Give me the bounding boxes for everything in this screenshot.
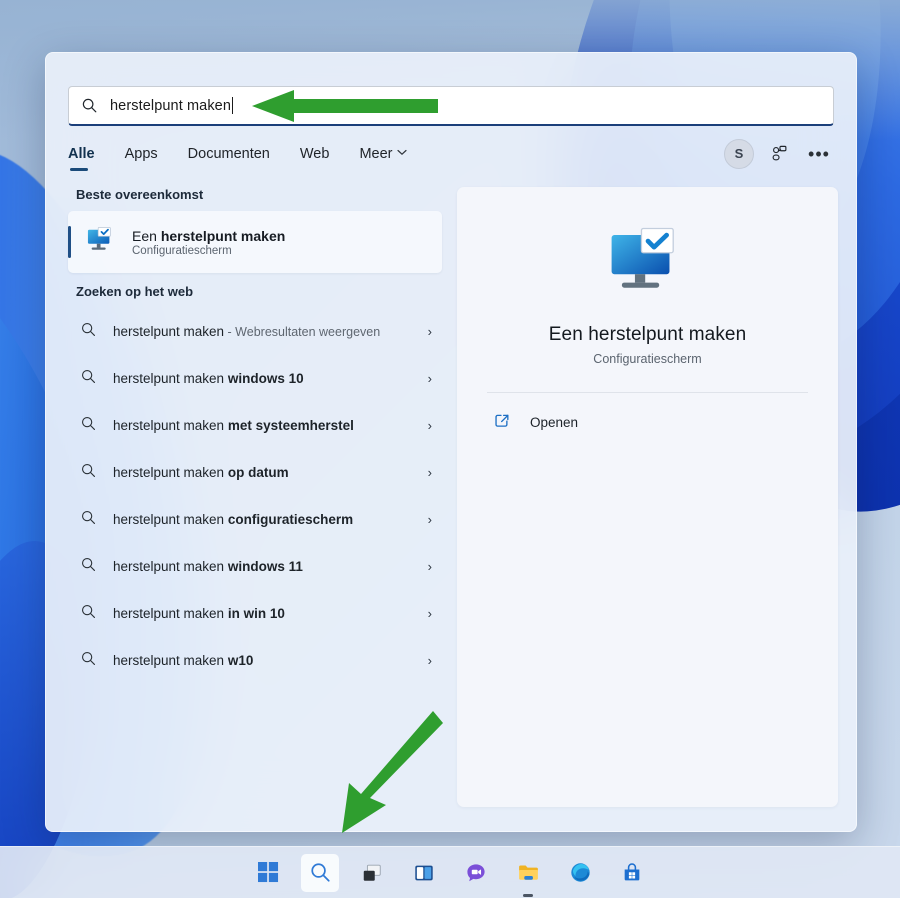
preview-column: Een herstelpunt maken Configuratiescherm bbox=[442, 176, 838, 832]
search-box-container: herstelpunt maken bbox=[46, 53, 856, 126]
web-result-row[interactable]: herstelpunt maken windows 11 › bbox=[68, 543, 442, 590]
tab-documenten[interactable]: Documenten bbox=[188, 146, 270, 171]
web-search-header: Zoeken op het web bbox=[76, 284, 442, 299]
file-explorer-button[interactable] bbox=[509, 854, 547, 892]
best-match-title: Een herstelpunt maken bbox=[132, 228, 285, 244]
tab-alle[interactable]: Alle bbox=[68, 146, 95, 171]
avatar-initial: S bbox=[735, 146, 744, 161]
preview-subtitle: Configuratiescherm bbox=[593, 352, 701, 366]
chevron-right-icon: › bbox=[428, 653, 432, 668]
tab-meer[interactable]: Meer bbox=[359, 146, 407, 171]
widgets-button[interactable] bbox=[405, 854, 443, 892]
web-result-label: herstelpunt maken op datum bbox=[113, 464, 412, 481]
web-result-row[interactable]: herstelpunt maken op datum › bbox=[68, 449, 442, 496]
chevron-right-icon: › bbox=[428, 559, 432, 574]
preview-card: Een herstelpunt maken Configuratiescherm bbox=[457, 187, 838, 807]
start-button[interactable] bbox=[249, 854, 287, 892]
best-match-title-prefix: Een bbox=[132, 228, 161, 244]
web-results-list: herstelpunt maken - Webresultaten weerge… bbox=[68, 308, 442, 684]
search-button[interactable] bbox=[301, 854, 339, 892]
best-match-title-bold: herstelpunt maken bbox=[161, 228, 285, 244]
tab-web[interactable]: Web bbox=[300, 146, 330, 171]
search-icon bbox=[80, 650, 97, 672]
open-external-icon bbox=[493, 411, 512, 433]
desktop-wallpaper: herstelpunt maken Alle Apps Documenten W… bbox=[0, 0, 900, 898]
people-icon[interactable] bbox=[764, 139, 794, 169]
chat-button[interactable] bbox=[457, 854, 495, 892]
chevron-down-icon bbox=[397, 148, 407, 159]
search-icon bbox=[80, 603, 97, 625]
task-view-button[interactable] bbox=[353, 854, 391, 892]
chevron-right-icon: › bbox=[428, 418, 432, 433]
taskbar bbox=[0, 846, 900, 898]
tab-label: Alle bbox=[68, 146, 95, 162]
search-icon bbox=[80, 321, 97, 343]
avatar[interactable]: S bbox=[724, 139, 754, 169]
web-result-row[interactable]: herstelpunt maken - Webresultaten weerge… bbox=[68, 308, 442, 355]
web-result-row[interactable]: herstelpunt maken windows 10 › bbox=[68, 355, 442, 402]
running-indicator bbox=[523, 894, 533, 897]
search-icon bbox=[309, 861, 332, 884]
tab-apps[interactable]: Apps bbox=[125, 146, 158, 171]
restore-point-monitor-icon bbox=[606, 225, 690, 306]
open-label: Openen bbox=[530, 415, 578, 430]
search-icon bbox=[80, 509, 97, 531]
web-result-label: herstelpunt maken in win 10 bbox=[113, 605, 412, 622]
search-icon bbox=[80, 556, 97, 578]
tab-label: Apps bbox=[125, 146, 158, 162]
filter-tabs: Alle Apps Documenten Web Meer bbox=[46, 126, 856, 176]
task-view-icon bbox=[361, 862, 383, 884]
chevron-right-icon: › bbox=[428, 512, 432, 527]
chat-teams-icon bbox=[465, 862, 487, 884]
search-icon bbox=[80, 462, 97, 484]
web-result-row[interactable]: herstelpunt maken met systeemherstel › bbox=[68, 402, 442, 449]
best-match-header: Beste overeenkomst bbox=[76, 187, 442, 202]
web-result-label: herstelpunt maken w10 bbox=[113, 652, 412, 669]
web-result-row[interactable]: herstelpunt maken w10 › bbox=[68, 637, 442, 684]
web-result-label: herstelpunt maken windows 11 bbox=[113, 558, 412, 575]
store-button[interactable] bbox=[613, 854, 651, 892]
tab-label: Meer bbox=[359, 146, 392, 162]
web-result-label: herstelpunt maken configuratiescherm bbox=[113, 511, 412, 528]
web-result-label: herstelpunt maken met systeemherstel bbox=[113, 417, 412, 434]
tab-label: Web bbox=[300, 146, 330, 162]
web-result-label: herstelpunt maken windows 10 bbox=[113, 370, 412, 387]
best-match-subtitle: Configuratiescherm bbox=[132, 245, 285, 257]
widgets-icon bbox=[413, 862, 435, 884]
open-action-button[interactable]: Openen bbox=[487, 393, 808, 433]
chevron-right-icon: › bbox=[428, 465, 432, 480]
search-input-value: herstelpunt maken bbox=[110, 98, 231, 114]
search-icon bbox=[80, 415, 97, 437]
chevron-right-icon: › bbox=[428, 371, 432, 386]
web-result-label: herstelpunt maken - Webresultaten weerge… bbox=[113, 323, 412, 340]
web-result-row[interactable]: herstelpunt maken in win 10 › bbox=[68, 590, 442, 637]
restore-point-monitor-icon bbox=[86, 226, 116, 259]
edge-button[interactable] bbox=[561, 854, 599, 892]
search-results-body: Beste overeenkomst bbox=[46, 176, 856, 832]
chevron-right-icon: › bbox=[428, 606, 432, 621]
preview-title: Een herstelpunt maken bbox=[549, 324, 747, 346]
more-options-icon[interactable]: ••• bbox=[804, 139, 834, 169]
tab-label: Documenten bbox=[188, 146, 270, 162]
folder-icon bbox=[517, 861, 540, 884]
windows-search-panel: herstelpunt maken Alle Apps Documenten W… bbox=[45, 52, 857, 832]
best-match-result[interactable]: Een herstelpunt maken Configuratiescherm bbox=[68, 211, 442, 273]
results-column: Beste overeenkomst bbox=[46, 176, 442, 832]
search-input[interactable]: herstelpunt maken bbox=[68, 86, 834, 126]
web-result-row[interactable]: herstelpunt maken configuratiescherm › bbox=[68, 496, 442, 543]
search-icon bbox=[81, 97, 98, 114]
best-match-texts: Een herstelpunt maken Configuratiescherm bbox=[132, 228, 285, 257]
chevron-right-icon: › bbox=[428, 324, 432, 339]
edge-icon bbox=[569, 861, 592, 884]
text-caret bbox=[232, 97, 233, 114]
search-icon bbox=[80, 368, 97, 390]
more-options-label: ••• bbox=[808, 149, 830, 159]
microsoft-store-icon bbox=[621, 862, 643, 884]
